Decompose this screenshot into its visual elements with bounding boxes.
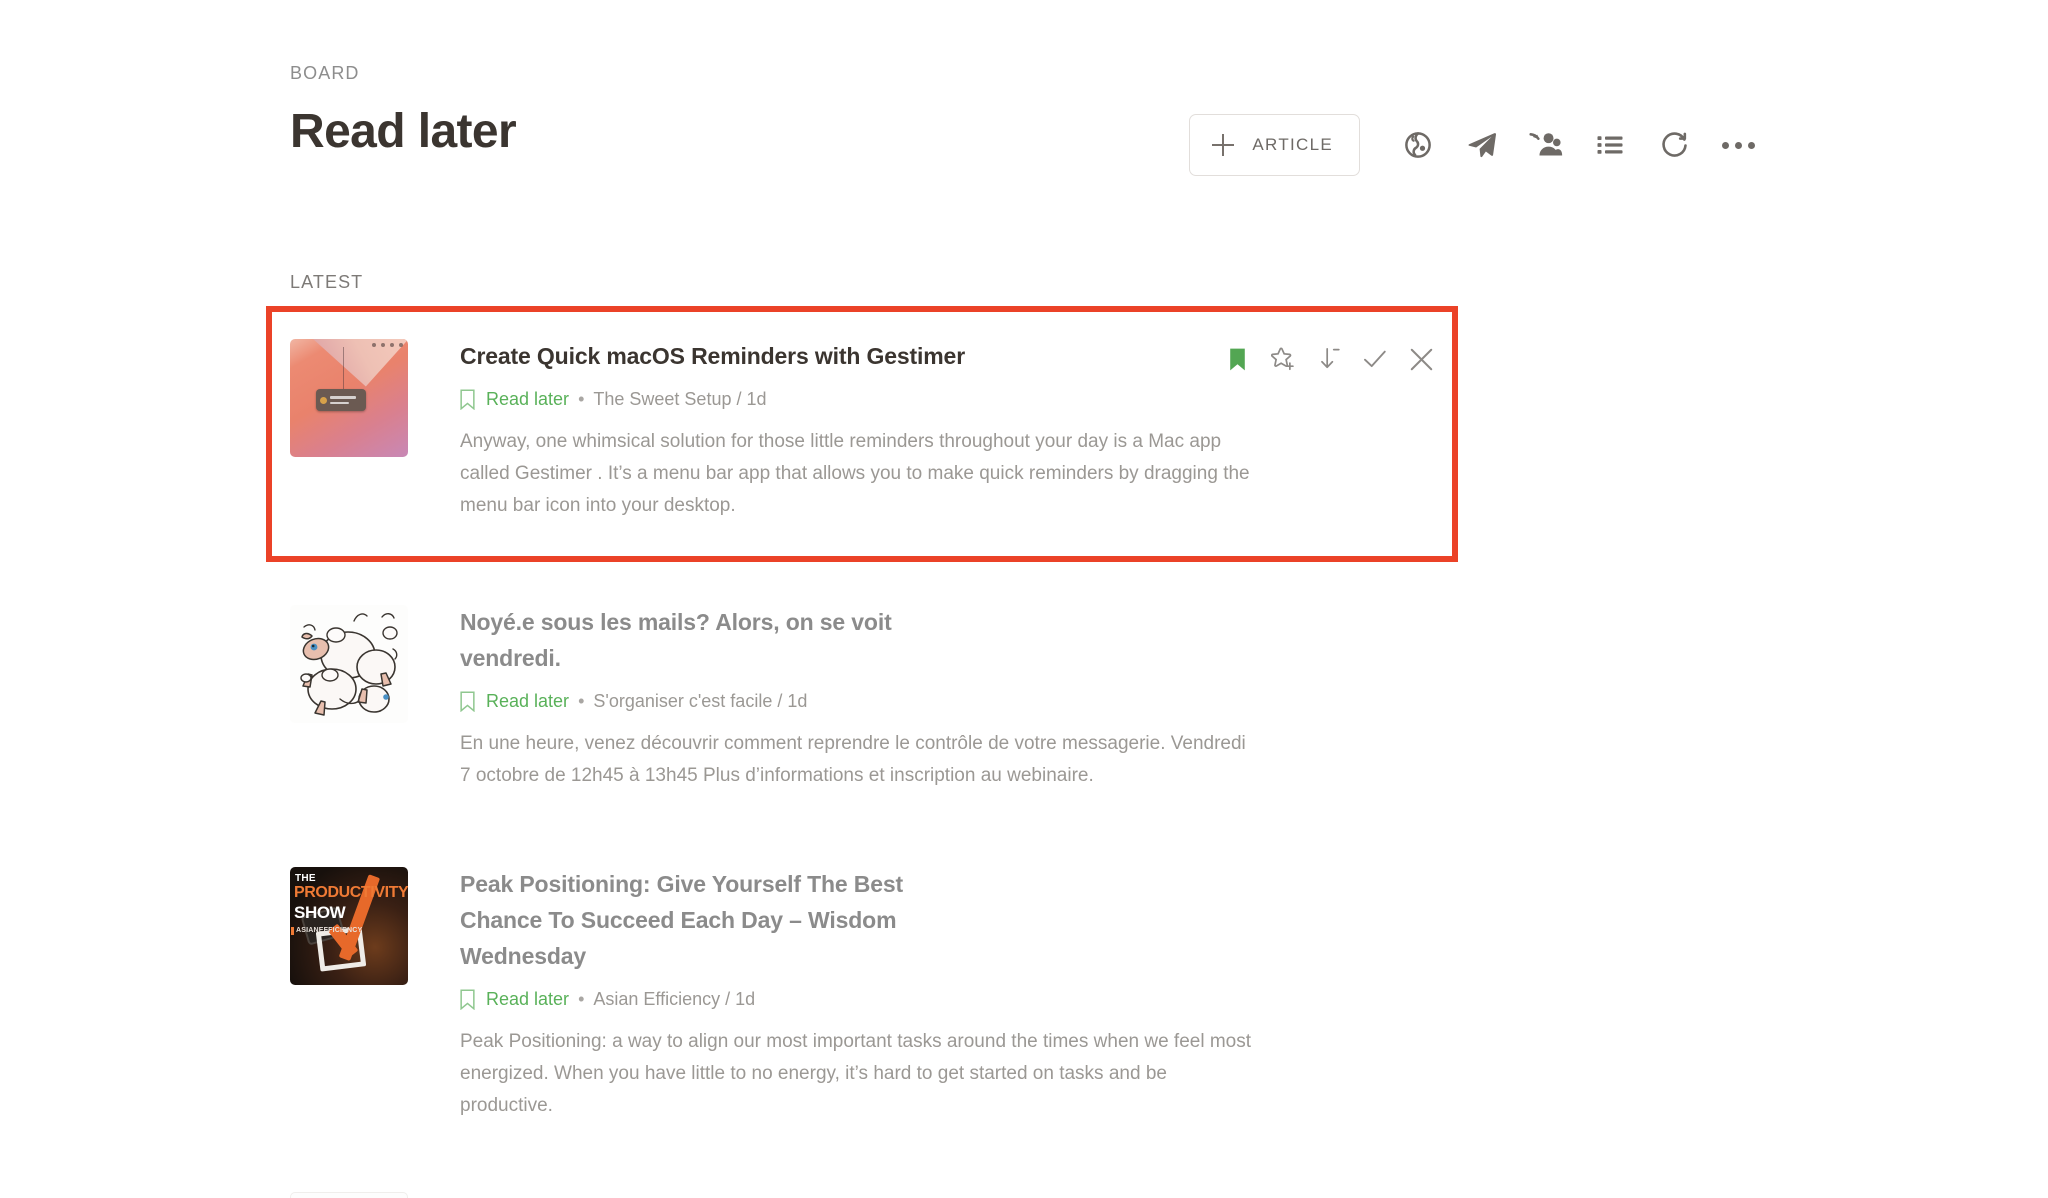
- list-icon[interactable]: [1578, 114, 1642, 176]
- article-title[interactable]: Noyé.e sous les mails? Alors, on se voit…: [460, 604, 970, 676]
- thumbnail-text-line1: THE: [295, 873, 316, 884]
- more-dots: [1721, 141, 1755, 149]
- article-thumbnail-productivity-show-podcast-cover[interactable]: THE PRODUCTIVITY SHOW ASIANEFFICIENCY: [290, 867, 408, 985]
- paper-plane-icon[interactable]: [1450, 114, 1514, 176]
- article-list: Create Quick macOS Reminders with Gestim…: [266, 306, 1458, 1148]
- check-icon[interactable]: [1362, 344, 1388, 374]
- article-meta: Read later • The Sweet Setup / 1d: [460, 387, 1434, 411]
- add-article-label: ARTICLE: [1252, 135, 1333, 154]
- article-body: Create Quick macOS Reminders with Gestim…: [408, 336, 1434, 522]
- article-meta: Read later • S'organiser c'est facile / …: [460, 689, 1434, 713]
- next-article-thumbnail-partial: [290, 1192, 408, 1198]
- article-head: Noyé.e sous les mails? Alors, on se voit…: [460, 604, 1434, 676]
- board-kicker: BOARD: [290, 63, 360, 83]
- article-board-name[interactable]: Read later: [486, 387, 569, 411]
- star-plus-icon[interactable]: [1270, 344, 1296, 374]
- meta-separator: •: [578, 989, 585, 1009]
- article-card-2[interactable]: Noyé.e sous les mails? Alors, on se voit…: [272, 578, 1452, 818]
- bookmark-icon[interactable]: [1224, 344, 1250, 374]
- download-arrow-icon[interactable]: [1316, 344, 1342, 374]
- thumbnail-text-line2: PRODUCTIVITY: [294, 884, 408, 901]
- add-article-button[interactable]: ARTICLE: [1189, 114, 1360, 176]
- article-title[interactable]: Peak Positioning: Give Yourself The Best…: [460, 866, 970, 974]
- article-excerpt: Anyway, one whimsical solution for those…: [460, 431, 1250, 516]
- section-label-latest: LATEST: [290, 272, 364, 292]
- article-source: S'organiser c'est facile / 1d: [593, 691, 808, 711]
- article-actions: [1224, 338, 1434, 374]
- article-meta: Read later • Asian Efficiency / 1d: [460, 987, 1434, 1011]
- meta-separator: •: [578, 389, 585, 409]
- sheep-illustration: [290, 605, 408, 723]
- article-body: Peak Positioning: Give Yourself The Best…: [408, 864, 1434, 1122]
- article-thumbnail-sheep-cartoon-illustration[interactable]: [290, 605, 408, 723]
- refresh-icon[interactable]: [1642, 114, 1706, 176]
- bookmark-outline-icon: [460, 389, 475, 410]
- thumbnail-text-line3: SHOW: [294, 903, 346, 922]
- article-card-3[interactable]: THE PRODUCTIVITY SHOW ASIANEFFICIENCY Pe…: [272, 840, 1452, 1148]
- thumbnail-text-line4: ASIANEFFICIENCY: [290, 927, 363, 935]
- app-page: BOARD Read later ARTICLE LATEST Create Q…: [0, 0, 2048, 1198]
- plus-icon: [1212, 134, 1235, 156]
- board-header: BOARD Read later ARTICLE: [290, 62, 1770, 192]
- globe-icon[interactable]: [1386, 114, 1450, 176]
- article-source: The Sweet Setup / 1d: [593, 389, 767, 409]
- article-excerpt: Peak Positioning: a way to align our mos…: [460, 1031, 1252, 1116]
- article-excerpt: En une heure, venez découvrir comment re…: [460, 733, 1246, 786]
- article-body: Noyé.e sous les mails? Alors, on se voit…: [408, 602, 1434, 792]
- article-head: Peak Positioning: Give Yourself The Best…: [460, 866, 1434, 974]
- article-board-name[interactable]: Read later: [486, 987, 569, 1011]
- header-actions: ARTICLE: [1189, 114, 1770, 176]
- meta-separator: •: [578, 691, 585, 711]
- bookmark-outline-icon: [460, 691, 475, 712]
- close-icon[interactable]: [1408, 344, 1434, 374]
- article-board-name[interactable]: Read later: [486, 689, 569, 713]
- article-head: Create Quick macOS Reminders with Gestim…: [460, 338, 1434, 374]
- article-title[interactable]: Create Quick macOS Reminders with Gestim…: [460, 338, 965, 374]
- bookmark-outline-icon: [460, 989, 475, 1010]
- article-thumbnail-macos-desktop-gestimer-screenshot[interactable]: [290, 339, 408, 457]
- article-card-1[interactable]: Create Quick macOS Reminders with Gestim…: [266, 306, 1458, 562]
- add-people-icon[interactable]: [1514, 114, 1578, 176]
- article-source: Asian Efficiency / 1d: [593, 989, 756, 1009]
- more-icon[interactable]: [1706, 114, 1770, 176]
